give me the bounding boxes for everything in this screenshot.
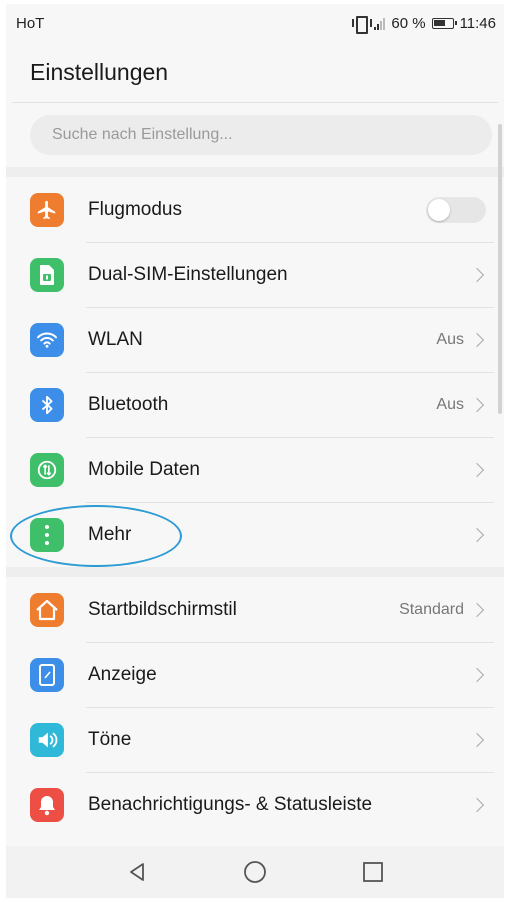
home-icon — [30, 592, 64, 627]
settings-list-device: Startbildschirmstil Standard Anzeige Tön… — [6, 577, 504, 837]
navigation-bar — [6, 846, 504, 898]
settings-item-startbildschirmstil[interactable]: Startbildschirmstil Standard — [6, 577, 504, 642]
settings-item-label: Töne — [88, 728, 132, 750]
airplane-icon — [30, 192, 64, 227]
settings-item-label: Startbildschirmstil — [88, 598, 237, 620]
settings-item-wlan[interactable]: WLAN Aus — [6, 307, 504, 372]
bell-icon — [30, 787, 64, 822]
page-title: Einstellungen — [30, 58, 169, 85]
chevron-right-icon — [469, 602, 485, 617]
bluetooth-status-value: Aus — [436, 395, 464, 413]
speaker-icon — [30, 722, 64, 757]
carrier-label: HoT — [16, 14, 45, 32]
mobile-data-icon — [30, 452, 64, 487]
battery-icon — [431, 17, 457, 29]
settings-item-flugmodus[interactable]: Flugmodus — [6, 177, 504, 242]
battery-percent: 60 % — [391, 14, 426, 32]
status-indicators: 60 % 11:46 — [352, 14, 496, 34]
sim-card-icon — [30, 257, 64, 292]
settings-item-anzeige[interactable]: Anzeige — [6, 642, 504, 707]
chevron-right-icon — [469, 527, 485, 542]
home-style-value: Standard — [399, 600, 464, 618]
wlan-status-value: Aus — [436, 330, 464, 348]
settings-item-label: Mobile Daten — [88, 458, 200, 480]
settings-item-label: Bluetooth — [88, 393, 169, 415]
back-button[interactable] — [123, 858, 151, 886]
bluetooth-icon — [30, 387, 64, 422]
settings-item-toene[interactable]: Töne — [6, 707, 504, 772]
settings-item-label: WLAN — [88, 328, 143, 350]
settings-item-label: Benachrichtigungs- & Statusleiste — [88, 793, 373, 815]
chevron-right-icon — [469, 462, 485, 477]
chevron-right-icon — [469, 667, 485, 682]
settings-item-mehr[interactable]: Mehr — [6, 502, 504, 567]
section-divider — [6, 167, 504, 177]
more-dots-icon — [30, 517, 64, 552]
settings-screen: HoT 60 % 11:46 Einstellungen Flugmodus — [6, 4, 504, 898]
clock: 11:46 — [459, 14, 496, 32]
search-input[interactable] — [30, 115, 492, 155]
search-bar — [6, 103, 504, 167]
home-button[interactable] — [241, 858, 269, 886]
display-icon — [30, 657, 64, 692]
scrollbar[interactable] — [498, 124, 502, 414]
settings-item-label: Mehr — [88, 523, 132, 545]
settings-item-label: Anzeige — [88, 663, 157, 685]
settings-item-label: Dual-SIM-Einstellungen — [88, 263, 288, 285]
settings-item-bluetooth[interactable]: Bluetooth Aus — [6, 372, 504, 437]
chevron-right-icon — [469, 267, 485, 282]
wifi-icon — [30, 322, 64, 357]
airplane-mode-toggle[interactable] — [426, 196, 486, 223]
status-bar: HoT 60 % 11:46 — [6, 4, 504, 42]
settings-item-dual-sim[interactable]: Dual-SIM-Einstellungen — [6, 242, 504, 307]
chevron-right-icon — [469, 732, 485, 747]
settings-item-benachrichtigungen[interactable]: Benachrichtigungs- & Statusleiste — [6, 772, 504, 837]
settings-item-mobile-daten[interactable]: Mobile Daten — [6, 437, 504, 502]
toggle-knob — [428, 198, 450, 221]
settings-item-label: Flugmodus — [88, 198, 182, 220]
signal-icon — [374, 16, 386, 30]
chevron-right-icon — [469, 397, 485, 412]
chevron-right-icon — [469, 332, 485, 347]
recents-square-icon — [363, 862, 383, 882]
settings-list-connectivity: Flugmodus Dual-SIM-Einstellungen WLAN Au… — [6, 177, 504, 567]
home-circle-icon — [244, 861, 266, 883]
section-divider — [6, 567, 504, 577]
recents-button[interactable] — [359, 858, 387, 886]
vibrate-icon — [352, 16, 373, 34]
chevron-right-icon — [469, 797, 485, 812]
back-triangle-icon — [130, 863, 144, 881]
